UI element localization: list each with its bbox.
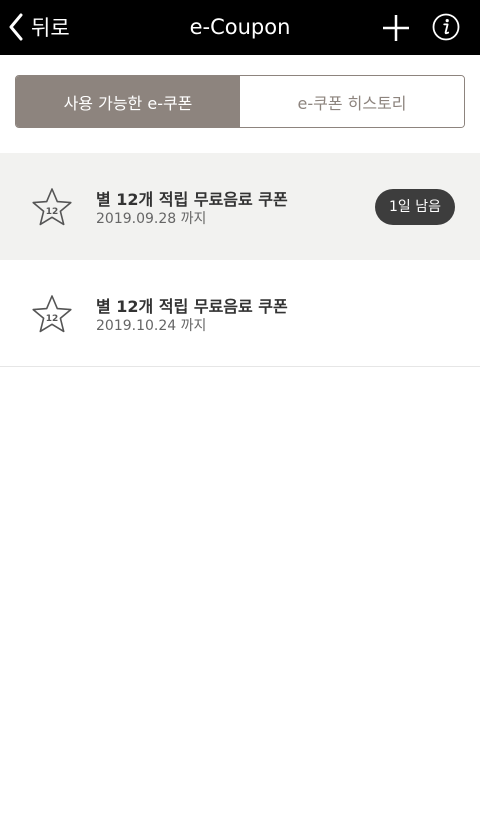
info-button[interactable]: [432, 13, 460, 41]
star-icon: 12: [32, 295, 72, 333]
add-coupon-button[interactable]: [381, 13, 411, 43]
top-bar: 뒤로 e-Coupon: [0, 0, 480, 55]
coupon-name: 별 12개 적립 무료음료 쿠폰: [96, 297, 288, 316]
back-label: 뒤로: [31, 16, 70, 40]
star-icon: 12: [32, 188, 72, 226]
star-count-label: 12: [46, 207, 59, 217]
info-icon: [432, 13, 460, 41]
star-count-label: 12: [46, 314, 59, 324]
coupon-item[interactable]: 12 별 12개 적립 무료음료 쿠폰 2019.10.24 까지: [0, 260, 480, 367]
coupon-expiry: 2019.09.28 까지: [96, 211, 207, 227]
coupon-name: 별 12개 적립 무료음료 쿠폰: [96, 190, 288, 209]
days-left-badge: 1일 남음: [375, 189, 455, 225]
plus-icon: [383, 15, 409, 41]
coupon-expiry: 2019.10.24 까지: [96, 318, 207, 334]
back-button[interactable]: 뒤로: [8, 8, 70, 46]
coupon-item[interactable]: 12 별 12개 적립 무료음료 쿠폰 2019.09.28 까지 1일 남음: [0, 153, 480, 260]
tab-coupon-history[interactable]: e-쿠폰 히스토리: [240, 76, 464, 127]
coupon-tabs: 사용 가능한 e-쿠폰 e-쿠폰 히스토리: [15, 75, 465, 128]
chevron-left-icon: [9, 13, 23, 41]
coupon-list: 12 별 12개 적립 무료음료 쿠폰 2019.09.28 까지 1일 남음 …: [0, 153, 480, 367]
tab-available-coupons[interactable]: 사용 가능한 e-쿠폰: [16, 76, 240, 127]
